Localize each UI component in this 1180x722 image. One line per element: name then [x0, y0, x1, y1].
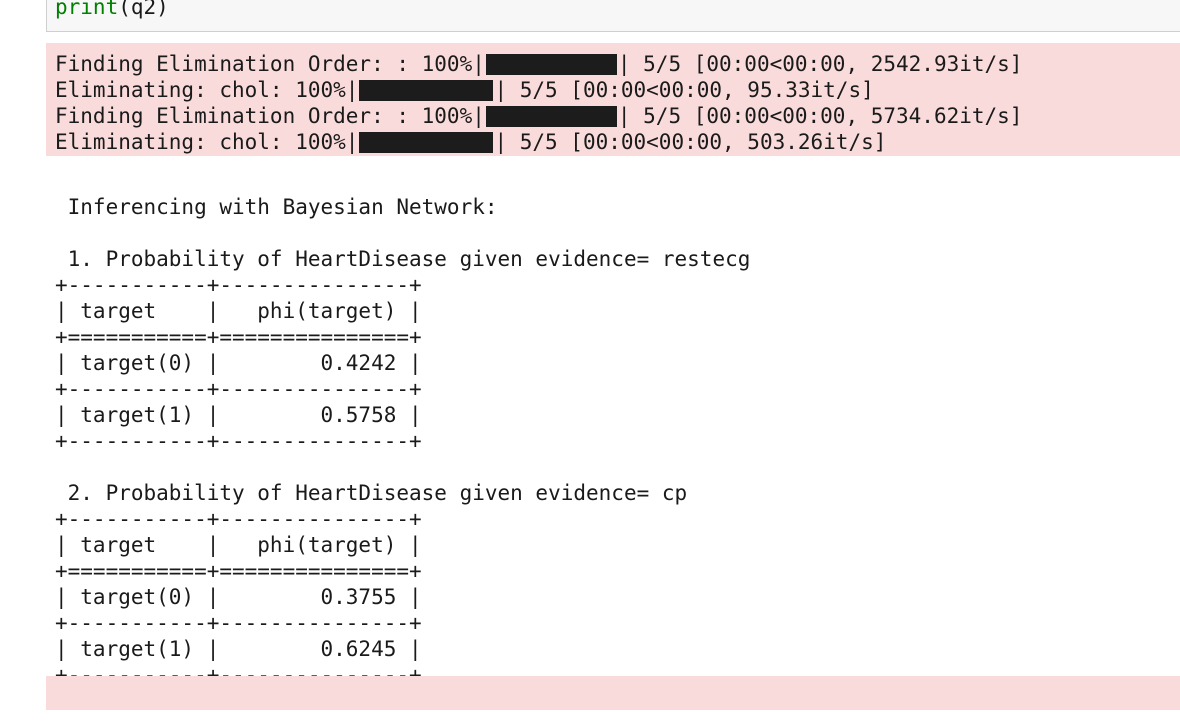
progress-suffix: | 5/5 [00:00<00:00, 2542.93it/s] — [617, 52, 1023, 76]
code-line: print(q2) — [55, 0, 169, 20]
code-builtin: print — [55, 0, 119, 19]
progress-bar — [485, 53, 617, 75]
output-heading: Inferencing with Bayesian Network: — [55, 195, 498, 219]
table-border: +-----------+---------------+ — [55, 377, 422, 401]
table-border: +===========+===============+ — [55, 559, 422, 583]
query-title-restecg: 1. Probability of HeartDisease given evi… — [55, 247, 751, 271]
table-border: +-----------+---------------+ — [55, 611, 422, 635]
table-row: | target(1) | 0.6245 | — [55, 637, 422, 661]
progress-prefix: Eliminating: chol: 100%| — [55, 130, 359, 154]
progress-bar — [485, 105, 617, 127]
progress-prefix: Eliminating: chol: 100%| — [55, 78, 359, 102]
stdout-output: Inferencing with Bayesian Network: 1. Pr… — [55, 168, 750, 688]
progress-line-2: Eliminating: chol: 100%| | 5/5 [00:00<00:… — [55, 77, 1022, 103]
table-border: +===========+===============+ — [55, 325, 422, 349]
code-cell[interactable]: print(q2) — [46, 0, 1180, 32]
progress-prefix: Finding Elimination Order: : 100%| — [55, 52, 485, 76]
table-border: +-----------+---------------+ — [55, 273, 422, 297]
table-row: | target(0) | 0.4242 | — [55, 351, 422, 375]
code-args: (q2) — [118, 0, 169, 19]
stderr-output: Finding Elimination Order: : 100%| | 5/5 … — [46, 43, 1180, 156]
progress-suffix: | 5/5 [00:00<00:00, 503.26it/s] — [494, 130, 887, 154]
progress-line-1: Finding Elimination Order: : 100%| | 5/5 … — [55, 51, 1022, 77]
query-title-cp: 2. Probability of HeartDisease given evi… — [55, 481, 688, 505]
progress-prefix: Finding Elimination Order: : 100%| — [55, 104, 485, 128]
table-header-row: | target | phi(target) | — [55, 299, 422, 323]
progress-suffix: | 5/5 [00:00<00:00, 95.33it/s] — [494, 78, 874, 102]
progress-line-3: Finding Elimination Order: : 100%| | 5/5 … — [55, 103, 1022, 129]
table-header-row: | target | phi(target) | — [55, 533, 422, 557]
table-border: +-----------+---------------+ — [55, 507, 422, 531]
progress-bar — [359, 131, 494, 153]
progress-suffix: | 5/5 [00:00<00:00, 5734.62it/s] — [617, 104, 1023, 128]
table-row: | target(1) | 0.5758 | — [55, 403, 422, 427]
table-row: | target(0) | 0.3755 | — [55, 585, 422, 609]
stderr-output-empty — [46, 676, 1180, 710]
progress-line-4: Eliminating: chol: 100%| | 5/5 [00:00<00:… — [55, 129, 1022, 155]
table-border: +-----------+---------------+ — [55, 429, 422, 453]
progress-bar — [359, 79, 494, 101]
